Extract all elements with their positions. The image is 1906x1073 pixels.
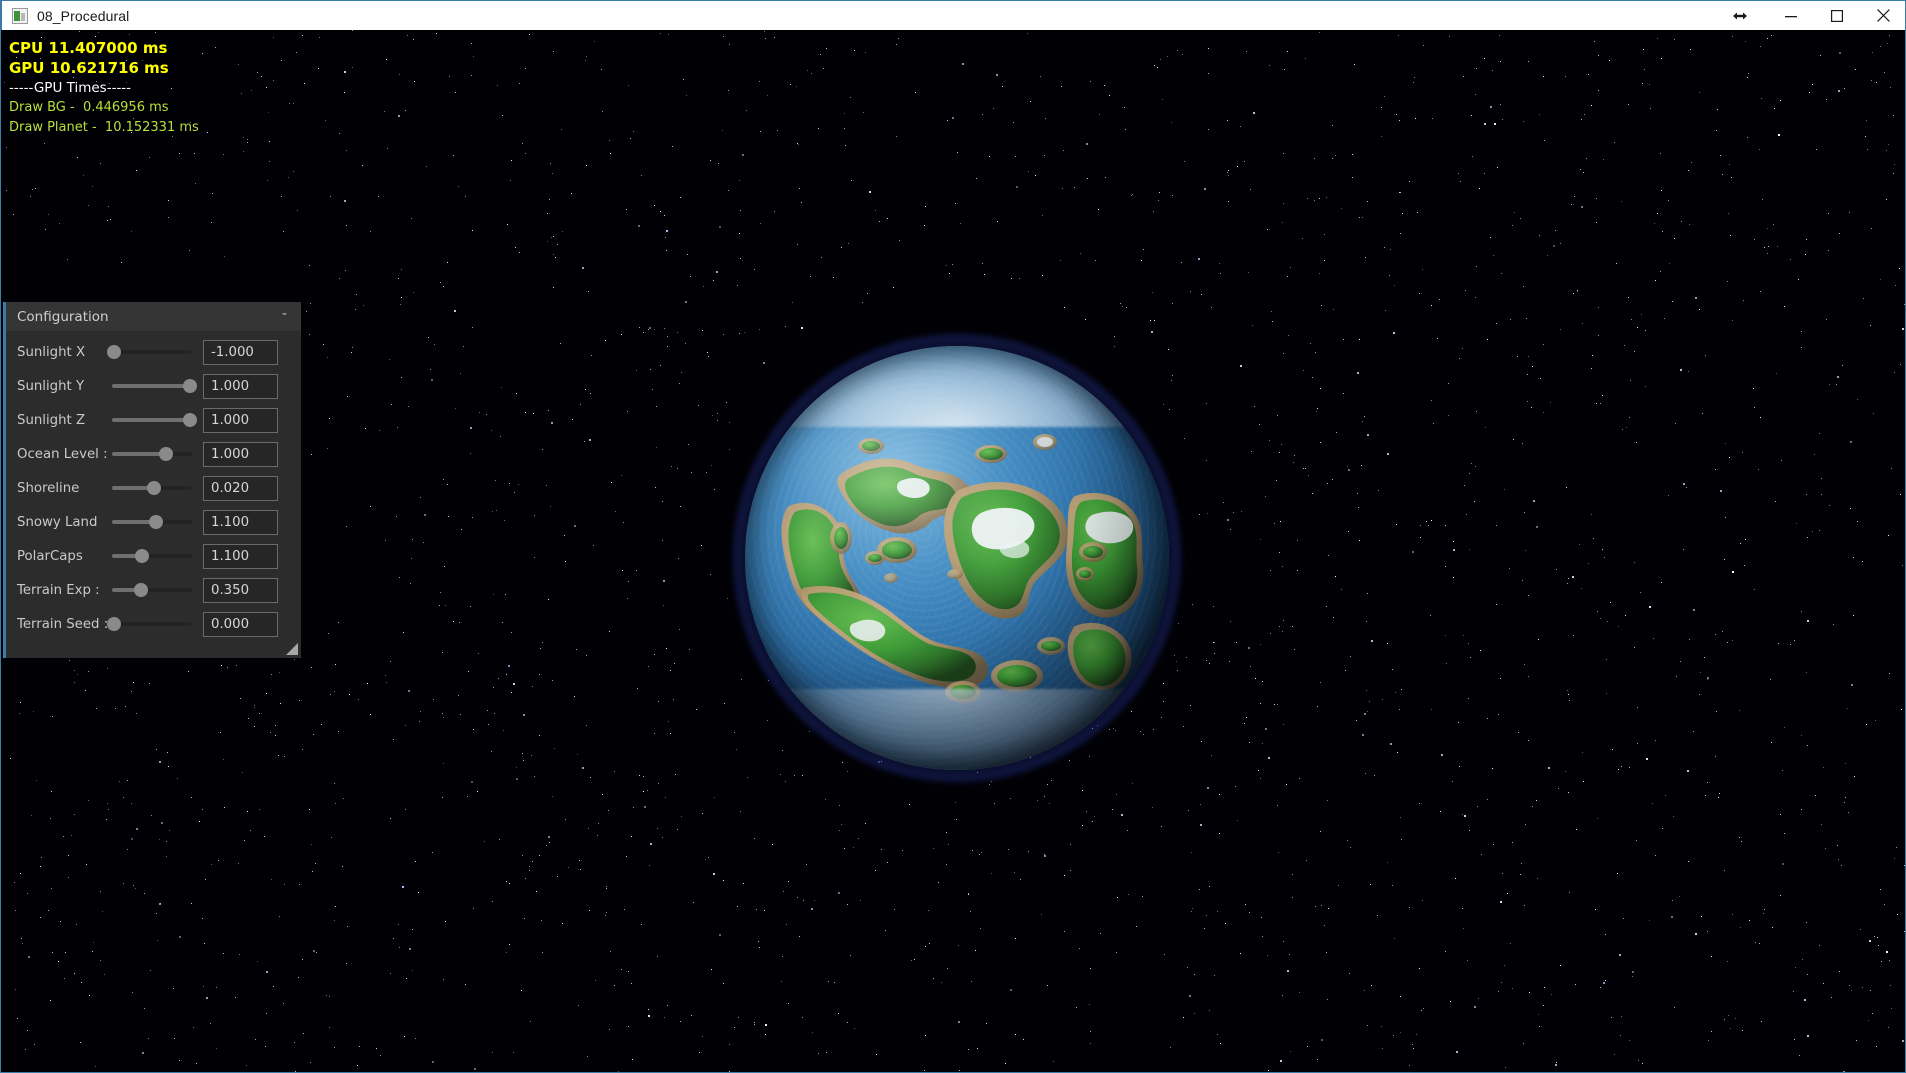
slider-fill: [112, 452, 167, 456]
configuration-panel[interactable]: Configuration - Sunlight X -1.000 Sunlight…: [3, 302, 301, 658]
slider-knob[interactable]: [106, 345, 121, 359]
slider-knob[interactable]: [133, 583, 148, 597]
window-controls: [1712, 1, 1905, 31]
slider-track: [112, 350, 192, 354]
config-row-label: Sunlight Z: [17, 412, 86, 428]
planet-sphere: [745, 346, 1169, 770]
config-row: Ocean Level : 1.000: [6, 437, 301, 471]
slider-fill: [112, 384, 191, 388]
slider-track: [112, 622, 192, 626]
config-row: Snowy Land 1.100: [6, 505, 301, 539]
config-row-label: Terrain Exp :: [17, 582, 100, 598]
app-window-icon: [12, 7, 28, 24]
limb-darkening: [745, 346, 1169, 770]
config-value-field[interactable]: 0.020: [203, 475, 278, 501]
config-slider[interactable]: [112, 514, 192, 530]
config-value-field[interactable]: 1.000: [203, 441, 278, 467]
minimize-icon[interactable]: [1768, 1, 1814, 31]
config-slider[interactable]: [112, 480, 192, 496]
config-row: Sunlight X -1.000: [6, 335, 301, 369]
procedural-planet: [733, 334, 1181, 782]
config-row: PolarCaps 1.100: [6, 539, 301, 573]
slider-knob[interactable]: [183, 413, 198, 427]
app-window: 08_Procedural CPU 11.407000 ms GPU 10.62…: [0, 0, 1906, 1073]
config-row-label: PolarCaps: [17, 548, 83, 564]
config-row: Sunlight Y 1.000: [6, 369, 301, 403]
horizontal-double-arrow-icon[interactable]: [1712, 1, 1768, 31]
configuration-panel-title: Configuration: [17, 308, 109, 325]
slider-knob[interactable]: [183, 379, 198, 393]
slider-knob[interactable]: [149, 515, 163, 529]
config-row-label: Ocean Level :: [17, 446, 108, 462]
window-title: 08_Procedural: [37, 7, 130, 24]
config-value-field[interactable]: 0.000: [203, 611, 278, 637]
config-row: Sunlight Z 1.000: [6, 403, 301, 437]
config-slider[interactable]: [112, 446, 192, 462]
config-slider[interactable]: [112, 548, 192, 564]
config-value-field[interactable]: 1.100: [203, 543, 278, 569]
config-value-field[interactable]: 1.000: [203, 407, 278, 433]
config-row-label: Sunlight Y: [17, 378, 85, 394]
config-row-label: Snowy Land: [17, 514, 98, 530]
resize-grip-icon[interactable]: [286, 643, 298, 655]
slider-knob[interactable]: [159, 447, 174, 461]
slider-knob[interactable]: [135, 549, 150, 563]
config-row-label: Terrain Seed :: [17, 616, 109, 632]
config-row: Terrain Seed : 0.000: [6, 607, 301, 641]
slider-knob[interactable]: [146, 481, 161, 495]
slider-fill: [112, 418, 191, 422]
collapse-icon[interactable]: -: [278, 307, 291, 325]
config-value-field[interactable]: 0.350: [203, 577, 278, 603]
config-row-label: Shoreline: [17, 480, 80, 496]
title-bar[interactable]: 08_Procedural: [1, 0, 1905, 31]
config-slider[interactable]: [107, 616, 192, 632]
slider-knob[interactable]: [107, 617, 122, 631]
configuration-panel-header[interactable]: Configuration -: [6, 302, 301, 332]
config-slider[interactable]: [112, 378, 198, 394]
close-icon[interactable]: [1860, 1, 1905, 31]
config-slider[interactable]: [112, 582, 192, 598]
render-viewport[interactable]: CPU 11.407000 ms GPU 10.621716 ms -----G…: [1, 30, 1905, 1072]
config-value-field[interactable]: 1.000: [203, 373, 278, 399]
config-row-label: Sunlight X: [17, 344, 86, 360]
maximize-icon[interactable]: [1814, 1, 1860, 31]
config-value-field[interactable]: -1.000: [203, 339, 278, 365]
config-slider[interactable]: [106, 344, 192, 360]
config-value-field[interactable]: 1.100: [203, 509, 278, 535]
config-slider[interactable]: [112, 412, 198, 428]
config-row: Shoreline 0.020: [6, 471, 301, 505]
config-row: Terrain Exp : 0.350: [6, 573, 301, 607]
configuration-rows: Sunlight X -1.000 Sunlight Y 1.000 Sunlight …: [6, 332, 301, 641]
